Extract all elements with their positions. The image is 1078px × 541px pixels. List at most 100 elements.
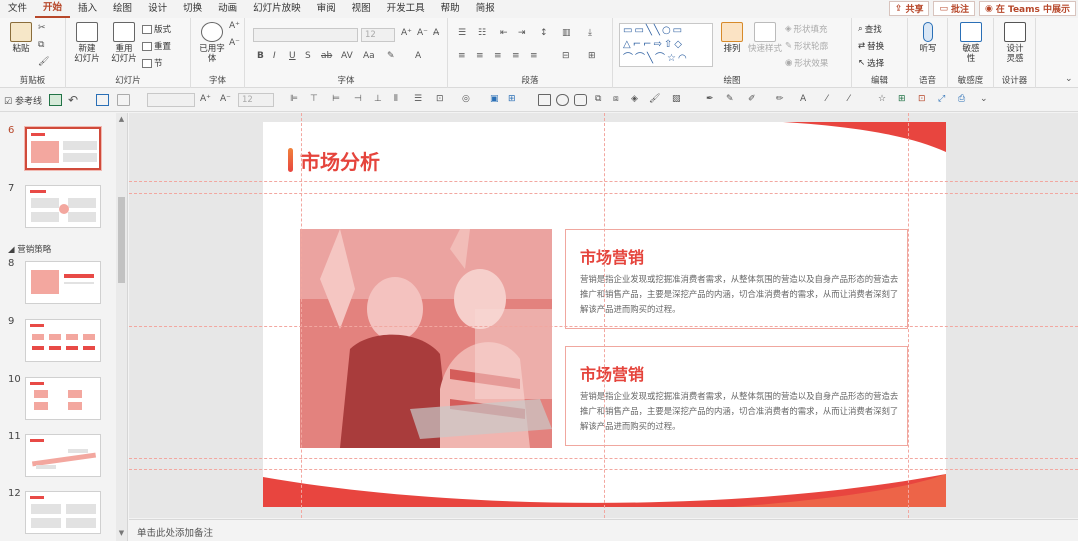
marker-icon[interactable]: ⁄ xyxy=(848,94,850,104)
align-right-icon[interactable]: ≡ xyxy=(494,51,502,61)
present-icon[interactable] xyxy=(96,94,109,106)
arrange-button[interactable]: 排列 xyxy=(717,22,747,54)
scrollbar-thumb[interactable] xyxy=(118,197,125,283)
font-color-qat-icon[interactable]: A xyxy=(800,94,806,104)
align-bottom-icon[interactable]: ⊡ xyxy=(436,94,444,104)
qat-shrink-font-icon[interactable]: A⁻ xyxy=(220,94,231,104)
grow-font-icon[interactable]: A⁺ xyxy=(229,21,240,31)
numbering-icon[interactable]: ☷ xyxy=(478,28,486,38)
card-body[interactable]: 营销是指企业发现或挖掘准消费者需求，从整体氛围的营造以及自身产品形态的营造去推广… xyxy=(580,272,900,317)
new-slide-button[interactable]: 新建 幻灯片 xyxy=(72,22,102,64)
slide-thumbnail-10[interactable] xyxy=(25,377,101,420)
format-painter-icon[interactable]: 🖌 xyxy=(38,57,49,67)
vertical-guide[interactable] xyxy=(301,113,302,518)
save-icon[interactable] xyxy=(49,94,62,106)
shape-fill-button[interactable]: ◈ 形状填充 xyxy=(785,23,828,35)
section-button[interactable]: 节 xyxy=(142,57,163,69)
teams-present-button[interactable]: ◉ 在 Teams 中展示 xyxy=(979,1,1076,16)
select-button[interactable]: ↖ 选择 xyxy=(858,57,884,69)
layout-button[interactable]: 版式 xyxy=(142,23,171,35)
quick-styles-button[interactable]: 快速样式 xyxy=(747,22,783,54)
scroll-down-icon[interactable]: ▼ xyxy=(118,529,125,537)
slide-thumbnail-7[interactable] xyxy=(25,185,101,228)
guides-toggle[interactable]: ☑ 参考线 xyxy=(4,94,42,107)
collapse-ribbon-icon[interactable]: ⌄ xyxy=(1065,74,1073,84)
menu-review[interactable]: 审阅 xyxy=(309,0,344,18)
distribute-v-icon[interactable]: ☰ xyxy=(414,94,422,104)
close-icon[interactable] xyxy=(117,94,130,106)
qat-size-combo[interactable]: 12 xyxy=(238,93,274,107)
align-middle-icon[interactable]: ⊥ xyxy=(374,94,382,104)
slide-title[interactable]: 市场分析 xyxy=(300,146,380,175)
reuse-slide-button[interactable]: 重用 幻灯片 xyxy=(109,22,139,64)
bullets-icon[interactable]: ☰ xyxy=(458,28,466,38)
change-shape-icon[interactable]: ⊞ xyxy=(508,94,516,104)
print-icon[interactable]: ⎙ xyxy=(958,94,965,104)
shrink-font-icon[interactable]: A⁻ xyxy=(229,38,240,48)
slide-photo[interactable] xyxy=(300,229,552,448)
eyedropper-icon[interactable]: ⁄ xyxy=(826,94,828,104)
text-direction-icon[interactable]: ⤓ xyxy=(588,28,592,38)
change-case-icon[interactable]: Aa xyxy=(363,51,375,61)
font-size-combo[interactable]: 12 xyxy=(361,28,395,42)
find-button[interactable]: ⌕ 查找 xyxy=(858,23,882,35)
menu-animations[interactable]: 动画 xyxy=(210,0,245,18)
undo-icon[interactable]: ↶ xyxy=(68,93,78,107)
copy-icon[interactable]: ⧉ xyxy=(38,40,44,50)
crop-icon[interactable]: ⊡ xyxy=(918,94,926,104)
card-title[interactable]: 市场营销 xyxy=(580,361,644,385)
align-center-h-icon[interactable]: ⊨ xyxy=(332,94,340,104)
slide-thumbnail-8[interactable] xyxy=(25,261,101,304)
info-card[interactable]: 市场营销 营销是指企业发现或挖掘准消费者需求，从整体氛围的营造以及自身产品形态的… xyxy=(565,229,908,329)
char-spacing-icon[interactable]: AV xyxy=(341,51,353,61)
star-icon[interactable]: ☆ xyxy=(878,94,886,104)
sensitivity-button[interactable]: 敏感 性 xyxy=(956,22,986,64)
group-icon[interactable]: ⧉ xyxy=(595,94,601,104)
underline-icon[interactable]: U xyxy=(289,51,296,61)
align-text-icon[interactable]: ⊟ xyxy=(562,51,570,61)
info-card[interactable]: 市场营销 营销是指企业发现或挖掘准消费者需求，从整体氛围的营造以及自身产品形态的… xyxy=(565,346,908,446)
shape-outline-button[interactable]: ✎ 形状轮廓 xyxy=(785,40,828,52)
font-color-icon[interactable]: A xyxy=(415,51,421,61)
comment-button[interactable]: ▭ 批注 xyxy=(933,1,976,16)
menu-slideshow[interactable]: 幻灯片放映 xyxy=(245,0,309,18)
align-top-icon[interactable]: ⊤ xyxy=(310,94,318,104)
strikethrough-icon[interactable]: ab xyxy=(321,51,332,61)
align-left-objects-icon[interactable]: ⊫ xyxy=(290,94,298,104)
table-icon[interactable]: ⊞ xyxy=(898,94,906,104)
menu-draw[interactable]: 绘图 xyxy=(105,0,140,18)
design-ideas-button[interactable]: 设计 灵感 xyxy=(1000,22,1030,64)
oval-shape-icon[interactable] xyxy=(556,94,569,106)
card-body[interactable]: 营销是指企业发现或挖掘准消费者需求，从整体氛围的营造以及自身产品形态的营造去推广… xyxy=(580,389,900,434)
menu-design[interactable]: 设计 xyxy=(140,0,175,18)
brush-qat-icon[interactable]: 🖌 xyxy=(649,94,660,104)
line-color-icon[interactable]: ✏ xyxy=(776,94,784,104)
replace-button[interactable]: ⇄ 替换 xyxy=(858,40,884,52)
slide-thumbnail-6[interactable] xyxy=(24,126,102,171)
menu-briefing[interactable]: 简报 xyxy=(468,0,503,18)
vertical-guide[interactable] xyxy=(604,113,605,518)
reset-button[interactable]: 重置 xyxy=(142,40,171,52)
notes-pane[interactable]: 单击此处添加备注 xyxy=(129,519,1078,541)
decrease-indent-icon[interactable]: ⇤ xyxy=(500,28,508,38)
menu-file[interactable]: 文件 xyxy=(0,0,35,18)
fill-qat-icon[interactable]: ◈ xyxy=(631,94,638,104)
outline-qat-icon[interactable]: ✐ xyxy=(748,94,756,104)
shapes-gallery[interactable]: ▭▭╲╲○▭ △⌐⌐⇨⇧◇ ⌒⌒╲⌒☆◠ xyxy=(619,23,713,67)
smartart-icon[interactable]: ⊞ xyxy=(588,51,596,61)
columns-icon[interactable]: ▥ xyxy=(562,28,571,38)
menu-view[interactable]: 视图 xyxy=(344,0,379,18)
slide-thumbnail-12[interactable] xyxy=(25,491,101,534)
bold-icon[interactable]: B xyxy=(257,51,264,61)
cut-icon[interactable]: ✂ xyxy=(38,23,46,33)
shape-effect-button[interactable]: ◉ 形状效果 xyxy=(785,57,828,69)
rect-shape-icon[interactable] xyxy=(538,94,551,106)
clear-format-icon[interactable]: A̶ xyxy=(433,28,439,38)
align-right-objects-icon[interactable]: ⊣ xyxy=(354,94,362,104)
picture-icon[interactable]: ▧ xyxy=(672,94,681,104)
ungroup-icon[interactable]: ⧈ xyxy=(613,94,619,104)
pen-qat-icon[interactable]: ✒ xyxy=(706,94,714,104)
menu-insert[interactable]: 插入 xyxy=(70,0,105,18)
align-center-icon[interactable]: ≡ xyxy=(476,51,484,61)
vertical-guide[interactable] xyxy=(908,113,909,518)
